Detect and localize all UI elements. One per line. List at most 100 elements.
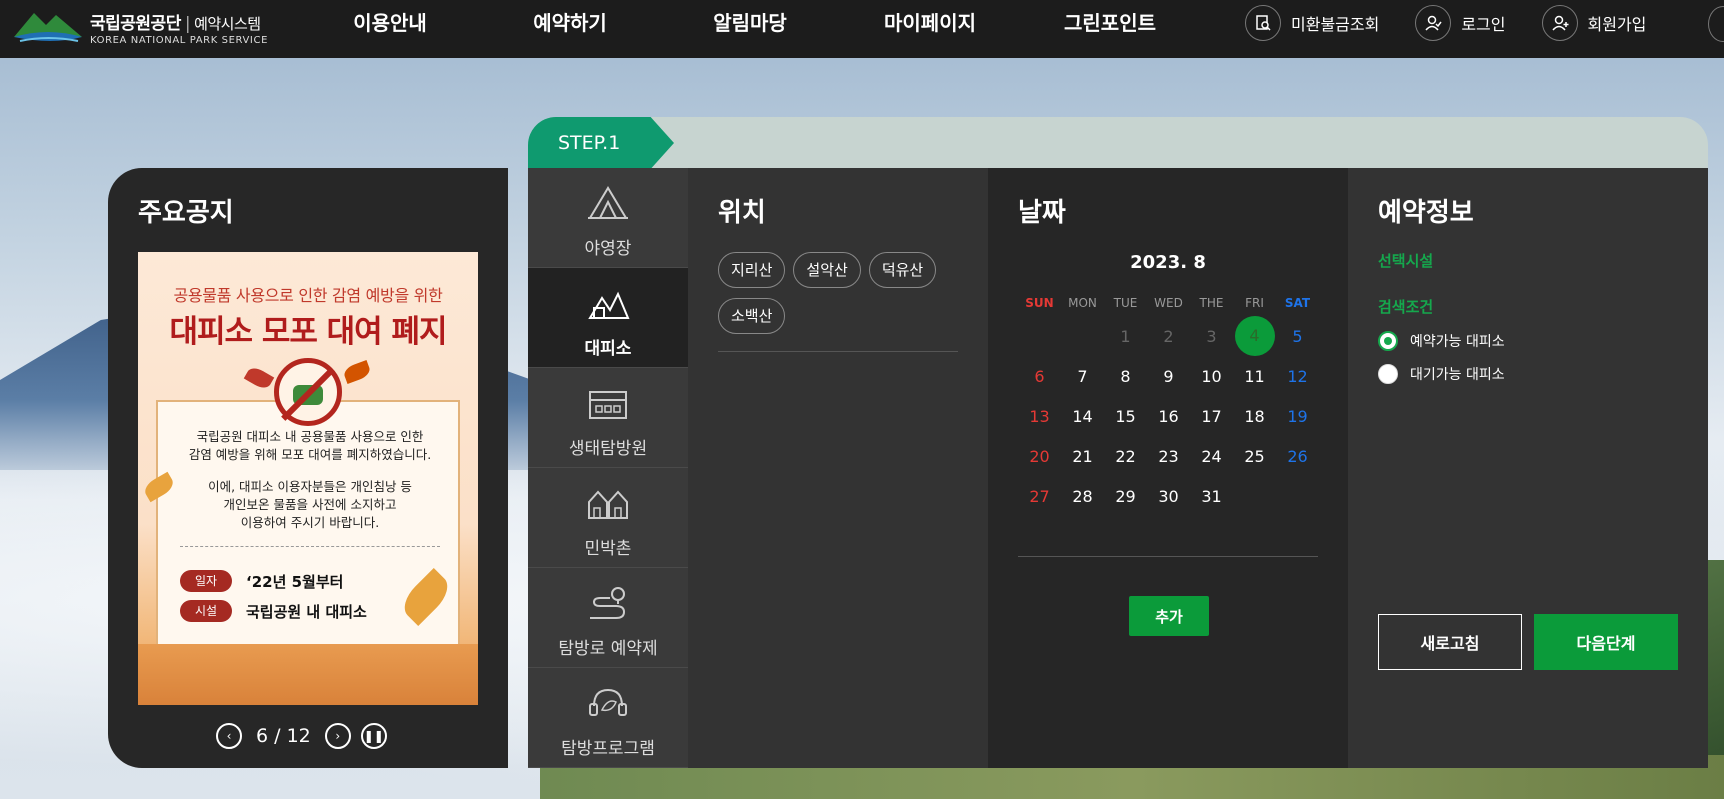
category-trail-reservation[interactable]: 탐방로 예약제: [528, 568, 688, 668]
category-minbak-label: 민박촌: [584, 539, 632, 559]
signup-link[interactable]: 회원가입: [1541, 5, 1647, 41]
top-header: 국립공원공단 | 예약시스템 KOREA NATIONAL PARK SERVICE…: [0, 0, 1724, 58]
next-button[interactable]: ›: [324, 723, 351, 749]
unpaid-refund-link[interactable]: 미환불금조회: [1245, 5, 1379, 41]
user-add-icon: [1541, 5, 1578, 41]
unpaid-refund-label: 미환불금조회: [1291, 15, 1380, 34]
nav-item-greenpoint[interactable]: 그린포인트: [1020, 0, 1200, 58]
banner-divider: [180, 546, 440, 547]
calendar-day[interactable]: 8: [1104, 367, 1147, 386]
date-divider: [1018, 556, 1318, 557]
reservation-info-panel: 예약정보 선택시설 검색조건 예약가능 대피소 대기가능 대피소 새로고침 다음…: [1348, 168, 1708, 768]
option-available[interactable]: 예약가능 대피소: [1378, 331, 1505, 351]
weekday-label: THE: [1199, 296, 1224, 310]
calendar-month: 2023. 8: [1130, 252, 1206, 273]
calendar-day[interactable]: 7: [1061, 367, 1104, 386]
category-list: 야영장 대피소 생태탐방원 민박촌 탐방로 예약제 탐방프로그램: [528, 168, 688, 768]
calendar-day[interactable]: 21: [1061, 447, 1104, 466]
calendar-day[interactable]: 19: [1276, 407, 1319, 426]
tent-icon: [588, 186, 628, 219]
nav-item-guide[interactable]: 이용안내: [300, 0, 480, 58]
calendar-day[interactable]: 27: [1018, 487, 1061, 506]
weekday-label: SUN: [1025, 296, 1054, 310]
calendar-day[interactable]: 20: [1018, 447, 1061, 466]
next-step-button[interactable]: 다음단계: [1534, 614, 1678, 670]
banner-card: 국립공원 대피소 내 공용물품 사용으로 인한 감염 예방을 위해 모포 대여를 …: [156, 400, 460, 672]
calendar-day[interactable]: 24: [1190, 447, 1233, 466]
trail-pin-icon: [590, 587, 626, 619]
chip-seoraksan[interactable]: 설악산: [793, 252, 861, 288]
calendar-day[interactable]: 16: [1147, 407, 1190, 426]
calendar-day[interactable]: 14: [1061, 407, 1104, 426]
location-chips: 지리산 설악산 덕유산 소백산: [718, 252, 968, 344]
option-waiting[interactable]: 대기가능 대피소: [1378, 364, 1505, 384]
calendar-day[interactable]: 9: [1147, 367, 1190, 386]
chip-sobaeksan[interactable]: 소백산: [718, 298, 786, 334]
menu-icon[interactable]: [1708, 6, 1724, 42]
add-button[interactable]: 추가: [1129, 596, 1209, 636]
logo-subtitle: KOREA NATIONAL PARK SERVICE: [90, 34, 268, 46]
category-campsite[interactable]: 야영장: [528, 168, 688, 268]
calendar-day[interactable]: 15: [1104, 407, 1147, 426]
banner-body: 국립공원 대피소 내 공용물품 사용으로 인한 감염 예방을 위해 모포 대여를 …: [188, 429, 432, 530]
banner-headline: 대피소 모포 대여 폐지: [169, 314, 447, 350]
calendar-day[interactable]: 25: [1233, 447, 1276, 466]
category-shelter[interactable]: 대피소: [528, 268, 688, 368]
login-link[interactable]: 로그인: [1415, 5, 1506, 41]
leaf-icon: [342, 360, 372, 384]
nav-item-reservation[interactable]: 예약하기: [480, 0, 660, 58]
leaf-icon: [243, 364, 275, 392]
location-title: 위치: [718, 198, 766, 228]
calendar-day[interactable]: 18: [1233, 407, 1276, 426]
calendar-day[interactable]: 23: [1147, 447, 1190, 466]
calendar-day[interactable]: 31: [1190, 487, 1233, 506]
calendar-day[interactable]: 13: [1018, 407, 1061, 426]
calendar-day[interactable]: 6: [1018, 367, 1061, 386]
radio-waiting[interactable]: [1378, 364, 1398, 384]
calendar-day[interactable]: 10: [1190, 367, 1233, 386]
banner-subheading: 공용물품 사용으로 인한 감염 예방을 위한: [173, 286, 443, 305]
nav-item-notice[interactable]: 알림마당: [660, 0, 840, 58]
logo-system: 예약시스템: [194, 14, 261, 33]
chip-deogyusan[interactable]: 덕유산: [868, 252, 937, 288]
logo[interactable]: 국립공원공단 | 예약시스템 KOREA NATIONAL PARK SERVICE: [12, 4, 272, 50]
calendar-day[interactable]: 12: [1276, 367, 1319, 386]
nav-item-mypage[interactable]: 마이페이지: [840, 0, 1020, 58]
weekday-label: MON: [1068, 296, 1097, 310]
calendar-week-row: 20 21 22 23 24 25 26: [1018, 436, 1320, 476]
category-eco-center[interactable]: 생태탐방원: [528, 368, 688, 468]
calendar-day[interactable]: 28: [1061, 487, 1104, 506]
calendar-day[interactable]: 30: [1147, 487, 1190, 506]
step-label: STEP.1: [528, 117, 674, 169]
radio-available[interactable]: [1378, 331, 1398, 351]
notice-pager: ‹ 6 / 12 › ❚❚: [216, 722, 396, 750]
refresh-button[interactable]: 새로고침: [1378, 614, 1522, 670]
notice-banner[interactable]: 공용물품 사용으로 인한 감염 예방을 위한 대피소 모포 대여 폐지 국립공원…: [138, 252, 478, 705]
document-search-icon: [1245, 5, 1281, 41]
login-label: 로그인: [1461, 15, 1506, 34]
place-value: 국립공원 내 대피소: [246, 602, 367, 621]
calendar-day[interactable]: 5: [1276, 327, 1319, 346]
category-minbak[interactable]: 민박촌: [528, 468, 688, 568]
option-waiting-label: 대기가능 대피소: [1410, 367, 1505, 383]
calendar-day[interactable]: 22: [1104, 447, 1147, 466]
notice-panel: 주요공지 공용물품 사용으로 인한 감염 예방을 위한 대피소 모포 대여 폐지…: [108, 168, 508, 768]
weekday-label: TUE: [1113, 296, 1138, 310]
prev-button[interactable]: ‹: [216, 723, 242, 749]
notice-title: 주요공지: [138, 198, 234, 228]
pause-button[interactable]: ❚❚: [360, 723, 387, 749]
no-blanket-icon: [274, 358, 342, 426]
signup-label: 회원가입: [1587, 15, 1647, 34]
utility-menu: 미환불금조회 로그인 회원가입: [1245, 0, 1682, 46]
weekday-label: SAT: [1284, 296, 1311, 310]
calendar-day[interactable]: 11: [1233, 367, 1276, 386]
calendar-day-today[interactable]: 4: [1233, 316, 1276, 356]
info-title: 예약정보: [1378, 198, 1474, 228]
calendar-day[interactable]: 29: [1104, 487, 1147, 506]
calendar-day[interactable]: 26: [1276, 447, 1319, 466]
date-value: ‘22년 5월부터: [246, 572, 344, 591]
chip-jirisan[interactable]: 지리산: [718, 252, 786, 288]
calendar-day[interactable]: 17: [1190, 407, 1233, 426]
category-campsite-label: 야영장: [584, 239, 632, 259]
category-program[interactable]: 탐방프로그램: [528, 668, 688, 768]
